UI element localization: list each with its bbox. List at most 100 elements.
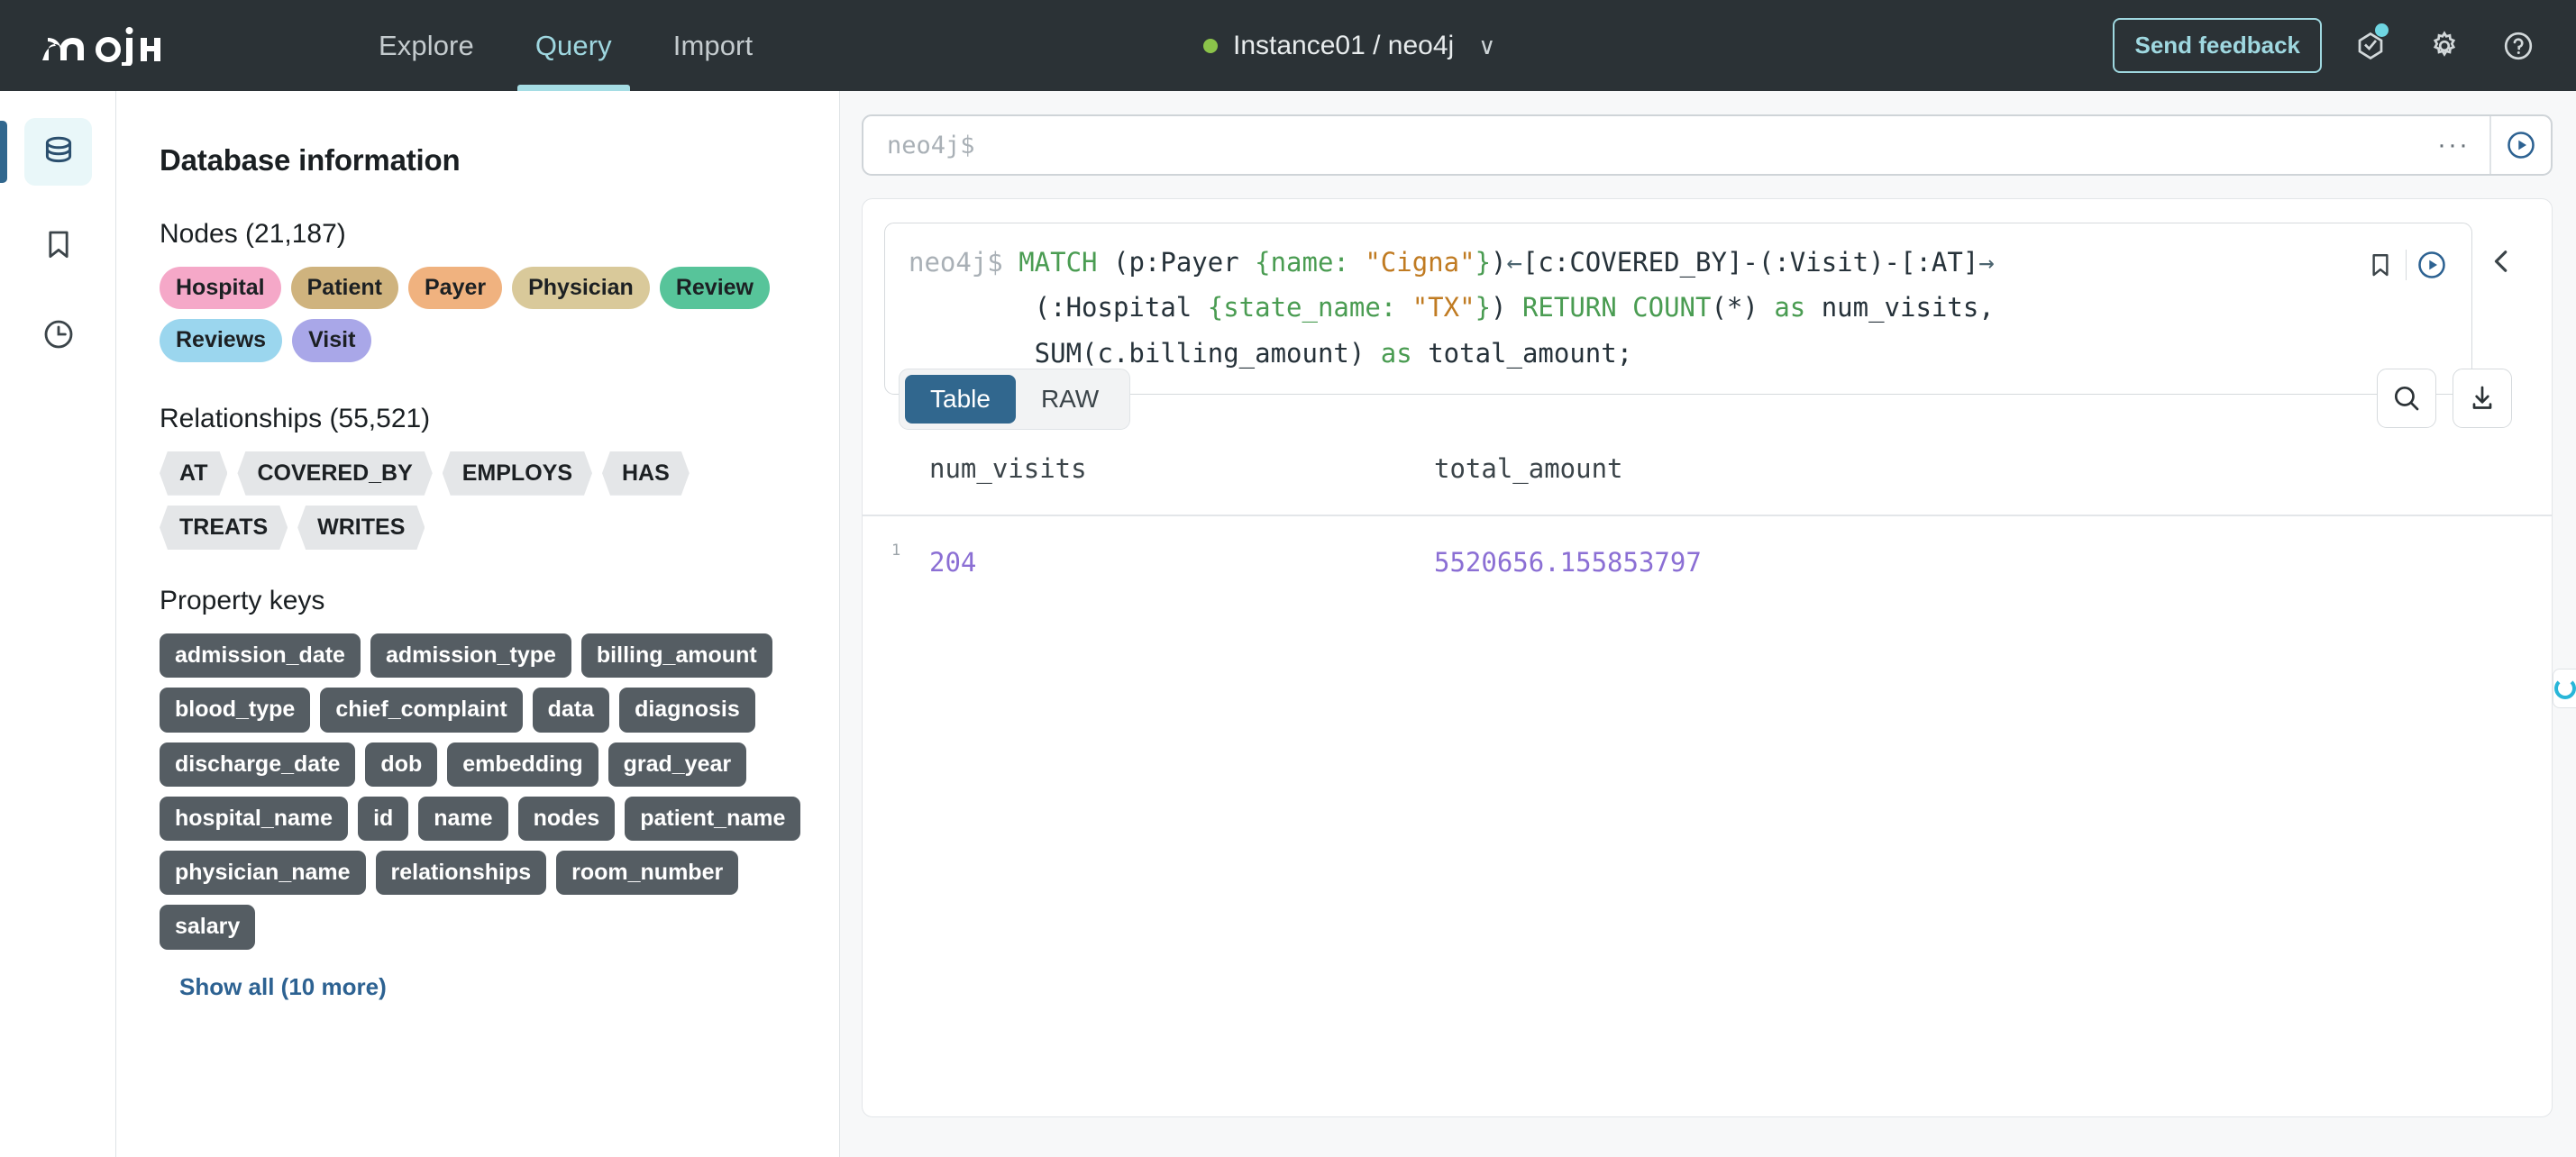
property-key-chip[interactable]: dob — [365, 742, 437, 787]
property-key-chip[interactable]: name — [418, 797, 507, 841]
graph-apps-button[interactable] — [2345, 21, 2396, 71]
page-title: Database information — [160, 143, 803, 178]
property-key-chips: admission_date admission_type billing_am… — [160, 633, 803, 950]
show-all-property-keys-link[interactable]: Show all (10 more) — [179, 973, 803, 1001]
play-circle-icon — [2416, 249, 2448, 281]
property-key-chip[interactable]: data — [533, 688, 609, 732]
command-input-bar[interactable]: neo4j$ ··· — [862, 114, 2553, 176]
clock-icon — [41, 316, 77, 352]
property-key-chip[interactable]: salary — [160, 905, 255, 949]
database-icon — [40, 133, 78, 171]
property-key-chip[interactable]: discharge_date — [160, 742, 355, 787]
view-mode-table[interactable]: Table — [905, 375, 1016, 424]
node-label-chip[interactable]: Review — [660, 267, 770, 309]
rail-item-query-history[interactable] — [24, 300, 92, 368]
relationships-heading: Relationships (55,521) — [160, 404, 803, 434]
property-key-chip[interactable]: physician_name — [160, 851, 366, 895]
query-result-card: neo4j$ MATCH (p:Payer {name: "Cigna"})←[… — [862, 198, 2553, 1117]
node-label-chip[interactable]: Hospital — [160, 267, 281, 309]
command-run-button[interactable] — [2489, 116, 2551, 174]
result-view-switcher: Table RAW — [899, 369, 1130, 430]
property-key-chip[interactable]: admission_date — [160, 633, 361, 678]
result-tools — [2377, 369, 2512, 428]
neo4j-logo[interactable] — [38, 26, 171, 66]
property-key-chip[interactable]: grad_year — [608, 742, 747, 787]
table-header-row: num_visits total_amount — [863, 444, 2552, 515]
chevron-down-icon: ∨ — [1478, 34, 1495, 58]
cypher-code: neo4j$ MATCH (p:Payer {name: "Cigna"})←[… — [885, 240, 2471, 376]
column-header-total-amount[interactable]: total_amount — [1394, 444, 2552, 515]
property-key-chip[interactable]: admission_type — [370, 633, 571, 678]
property-key-chip[interactable]: diagnosis — [619, 688, 755, 732]
results-table-body: 1 204 5520656.155853797 — [863, 515, 2552, 596]
cell-value-num-visits: 204 — [929, 547, 976, 578]
send-feedback-button[interactable]: Send feedback — [2113, 18, 2322, 73]
main-content-area: neo4j$ ··· neo4j$ MATCH (p:Payer {name: … — [840, 91, 2576, 1157]
rail-item-saved-cypher[interactable] — [24, 210, 92, 278]
cell-num-visits: 1 204 — [863, 515, 1394, 596]
instance-selector[interactable]: Instance01 / neo4j ∨ — [1203, 0, 1495, 91]
top-right-actions: Send feedback — [2113, 0, 2544, 91]
node-label-chip[interactable]: Reviews — [160, 319, 282, 361]
column-header-num-visits[interactable]: num_visits — [863, 444, 1394, 515]
notification-dot — [2375, 23, 2389, 37]
loading-indicator-widget[interactable] — [2553, 669, 2576, 708]
property-key-chip[interactable]: relationships — [376, 851, 547, 895]
nodes-heading: Nodes (21,187) — [160, 219, 803, 250]
nav-tab-import[interactable]: Import — [643, 0, 783, 91]
command-bar-actions: ··· — [2417, 116, 2551, 174]
property-key-chip[interactable]: hospital_name — [160, 797, 348, 841]
search-results-button[interactable] — [2377, 369, 2436, 428]
help-button[interactable] — [2493, 21, 2544, 71]
node-label-chip[interactable]: Patient — [291, 267, 398, 309]
results-table: num_visits total_amount 1 204 5520656.15… — [863, 444, 2552, 596]
play-circle-icon — [2505, 129, 2537, 161]
property-key-chip[interactable]: room_number — [556, 851, 738, 895]
editor-actions — [2355, 240, 2457, 290]
property-key-chip[interactable]: id — [358, 797, 408, 841]
node-label-chips: Hospital Patient Payer Physician Review … — [160, 267, 803, 362]
rail-item-database-information[interactable] — [24, 118, 92, 186]
left-icon-rail — [0, 91, 116, 1157]
property-key-chip[interactable]: nodes — [518, 797, 616, 841]
main-nav-tabs: Explore Query Import — [348, 0, 783, 91]
row-index: 1 — [891, 542, 900, 560]
relationship-chip[interactable]: EMPLOYS — [443, 451, 592, 496]
run-query-button[interactable] — [2407, 240, 2457, 290]
property-key-chip[interactable]: blood_type — [160, 688, 310, 732]
property-key-chip[interactable]: billing_amount — [581, 633, 772, 678]
property-key-chip[interactable]: chief_complaint — [320, 688, 522, 732]
property-key-chip[interactable]: embedding — [447, 742, 598, 787]
results-table-wrapper: num_visits total_amount 1 204 5520656.15… — [863, 444, 2552, 596]
table-row[interactable]: 1 204 5520656.155853797 — [863, 515, 2552, 596]
relationship-chip[interactable]: COVERED_BY — [237, 451, 432, 496]
property-keys-heading: Property keys — [160, 586, 803, 616]
nav-tab-query[interactable]: Query — [505, 0, 643, 91]
relationship-chip[interactable]: AT — [160, 451, 227, 496]
bookmark-icon — [41, 226, 77, 262]
cell-total-amount: 5520656.155853797 — [1394, 515, 2552, 596]
property-key-chip[interactable]: patient_name — [625, 797, 800, 841]
relationship-type-chips: AT COVERED_BY EMPLOYS HAS TREATS WRITES — [160, 451, 803, 551]
node-label-chip[interactable]: Payer — [408, 267, 502, 309]
node-label-chip[interactable]: Physician — [512, 267, 650, 309]
settings-button[interactable] — [2419, 21, 2470, 71]
node-label-chip[interactable]: Visit — [292, 319, 371, 361]
download-results-button[interactable] — [2453, 369, 2512, 428]
command-prompt-text: neo4j$ — [887, 132, 975, 159]
view-mode-raw[interactable]: RAW — [1016, 375, 1124, 424]
relationship-chip[interactable]: WRITES — [297, 506, 425, 550]
result-toolbar: Table RAW — [863, 360, 2552, 437]
instance-label: Instance01 / neo4j — [1233, 31, 1454, 61]
database-information-panel: Database information Nodes (21,187) Hosp… — [116, 91, 840, 1157]
bookmark-icon — [2365, 250, 2396, 280]
relationship-chip[interactable]: TREATS — [160, 506, 288, 550]
save-query-button[interactable] — [2355, 240, 2406, 290]
command-more-button[interactable]: ··· — [2417, 130, 2489, 160]
chevron-left-icon — [2484, 244, 2518, 278]
results-table-head: num_visits total_amount — [863, 444, 2552, 515]
spinner-icon — [2554, 678, 2576, 699]
nav-tab-explore[interactable]: Explore — [348, 0, 505, 91]
relationship-chip[interactable]: HAS — [602, 451, 690, 496]
top-navigation-bar: Explore Query Import Instance01 / neo4j … — [0, 0, 2576, 91]
